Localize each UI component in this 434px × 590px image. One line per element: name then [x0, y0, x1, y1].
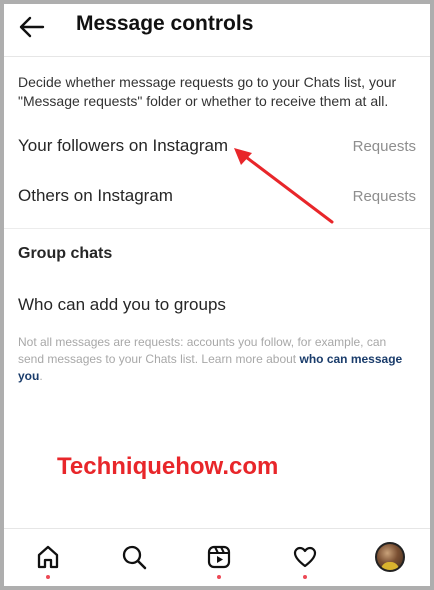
header-divider — [4, 56, 430, 57]
followers-value: Requests — [352, 138, 416, 155]
nav-activity[interactable] — [288, 540, 322, 579]
back-arrow-icon[interactable] — [16, 12, 46, 42]
reels-icon — [207, 545, 231, 569]
activity-notification-dot — [303, 575, 307, 579]
nav-reels[interactable] — [202, 540, 236, 579]
home-notification-dot — [46, 575, 50, 579]
info-note: Not all messages are requests: accounts … — [18, 334, 413, 385]
section-divider — [4, 228, 430, 229]
followers-label: Your followers on Instagram — [18, 136, 229, 155]
screen-frame: Message controls Decide whether message … — [0, 0, 434, 590]
add-to-groups-label: Who can add you to groups — [18, 295, 226, 314]
home-icon — [37, 545, 59, 569]
nav-search[interactable] — [117, 540, 151, 574]
reels-notification-dot — [217, 575, 221, 579]
followers-row[interactable]: Your followers on Instagram Requests — [4, 128, 430, 168]
header: Message controls — [4, 4, 430, 52]
note-end: . — [39, 369, 43, 383]
group-chats-heading: Group chats — [18, 245, 113, 262]
annotation-arrow-icon — [234, 148, 334, 224]
profile-avatar — [375, 542, 405, 572]
others-value: Requests — [352, 188, 416, 205]
description-text: Decide whether message requests go to yo… — [18, 74, 397, 109]
bottom-nav — [4, 530, 430, 586]
search-icon — [122, 545, 147, 570]
heart-icon — [293, 546, 317, 568]
others-label: Others on Instagram — [18, 186, 173, 205]
nav-home[interactable] — [31, 540, 65, 579]
page-title: Message controls — [76, 12, 254, 35]
nav-profile[interactable] — [373, 540, 407, 574]
nav-divider — [4, 528, 430, 529]
add-to-groups-row[interactable]: Who can add you to groups — [4, 287, 430, 327]
watermark-text: Techniquehow.com — [57, 453, 279, 480]
others-row[interactable]: Others on Instagram Requests — [4, 178, 430, 218]
